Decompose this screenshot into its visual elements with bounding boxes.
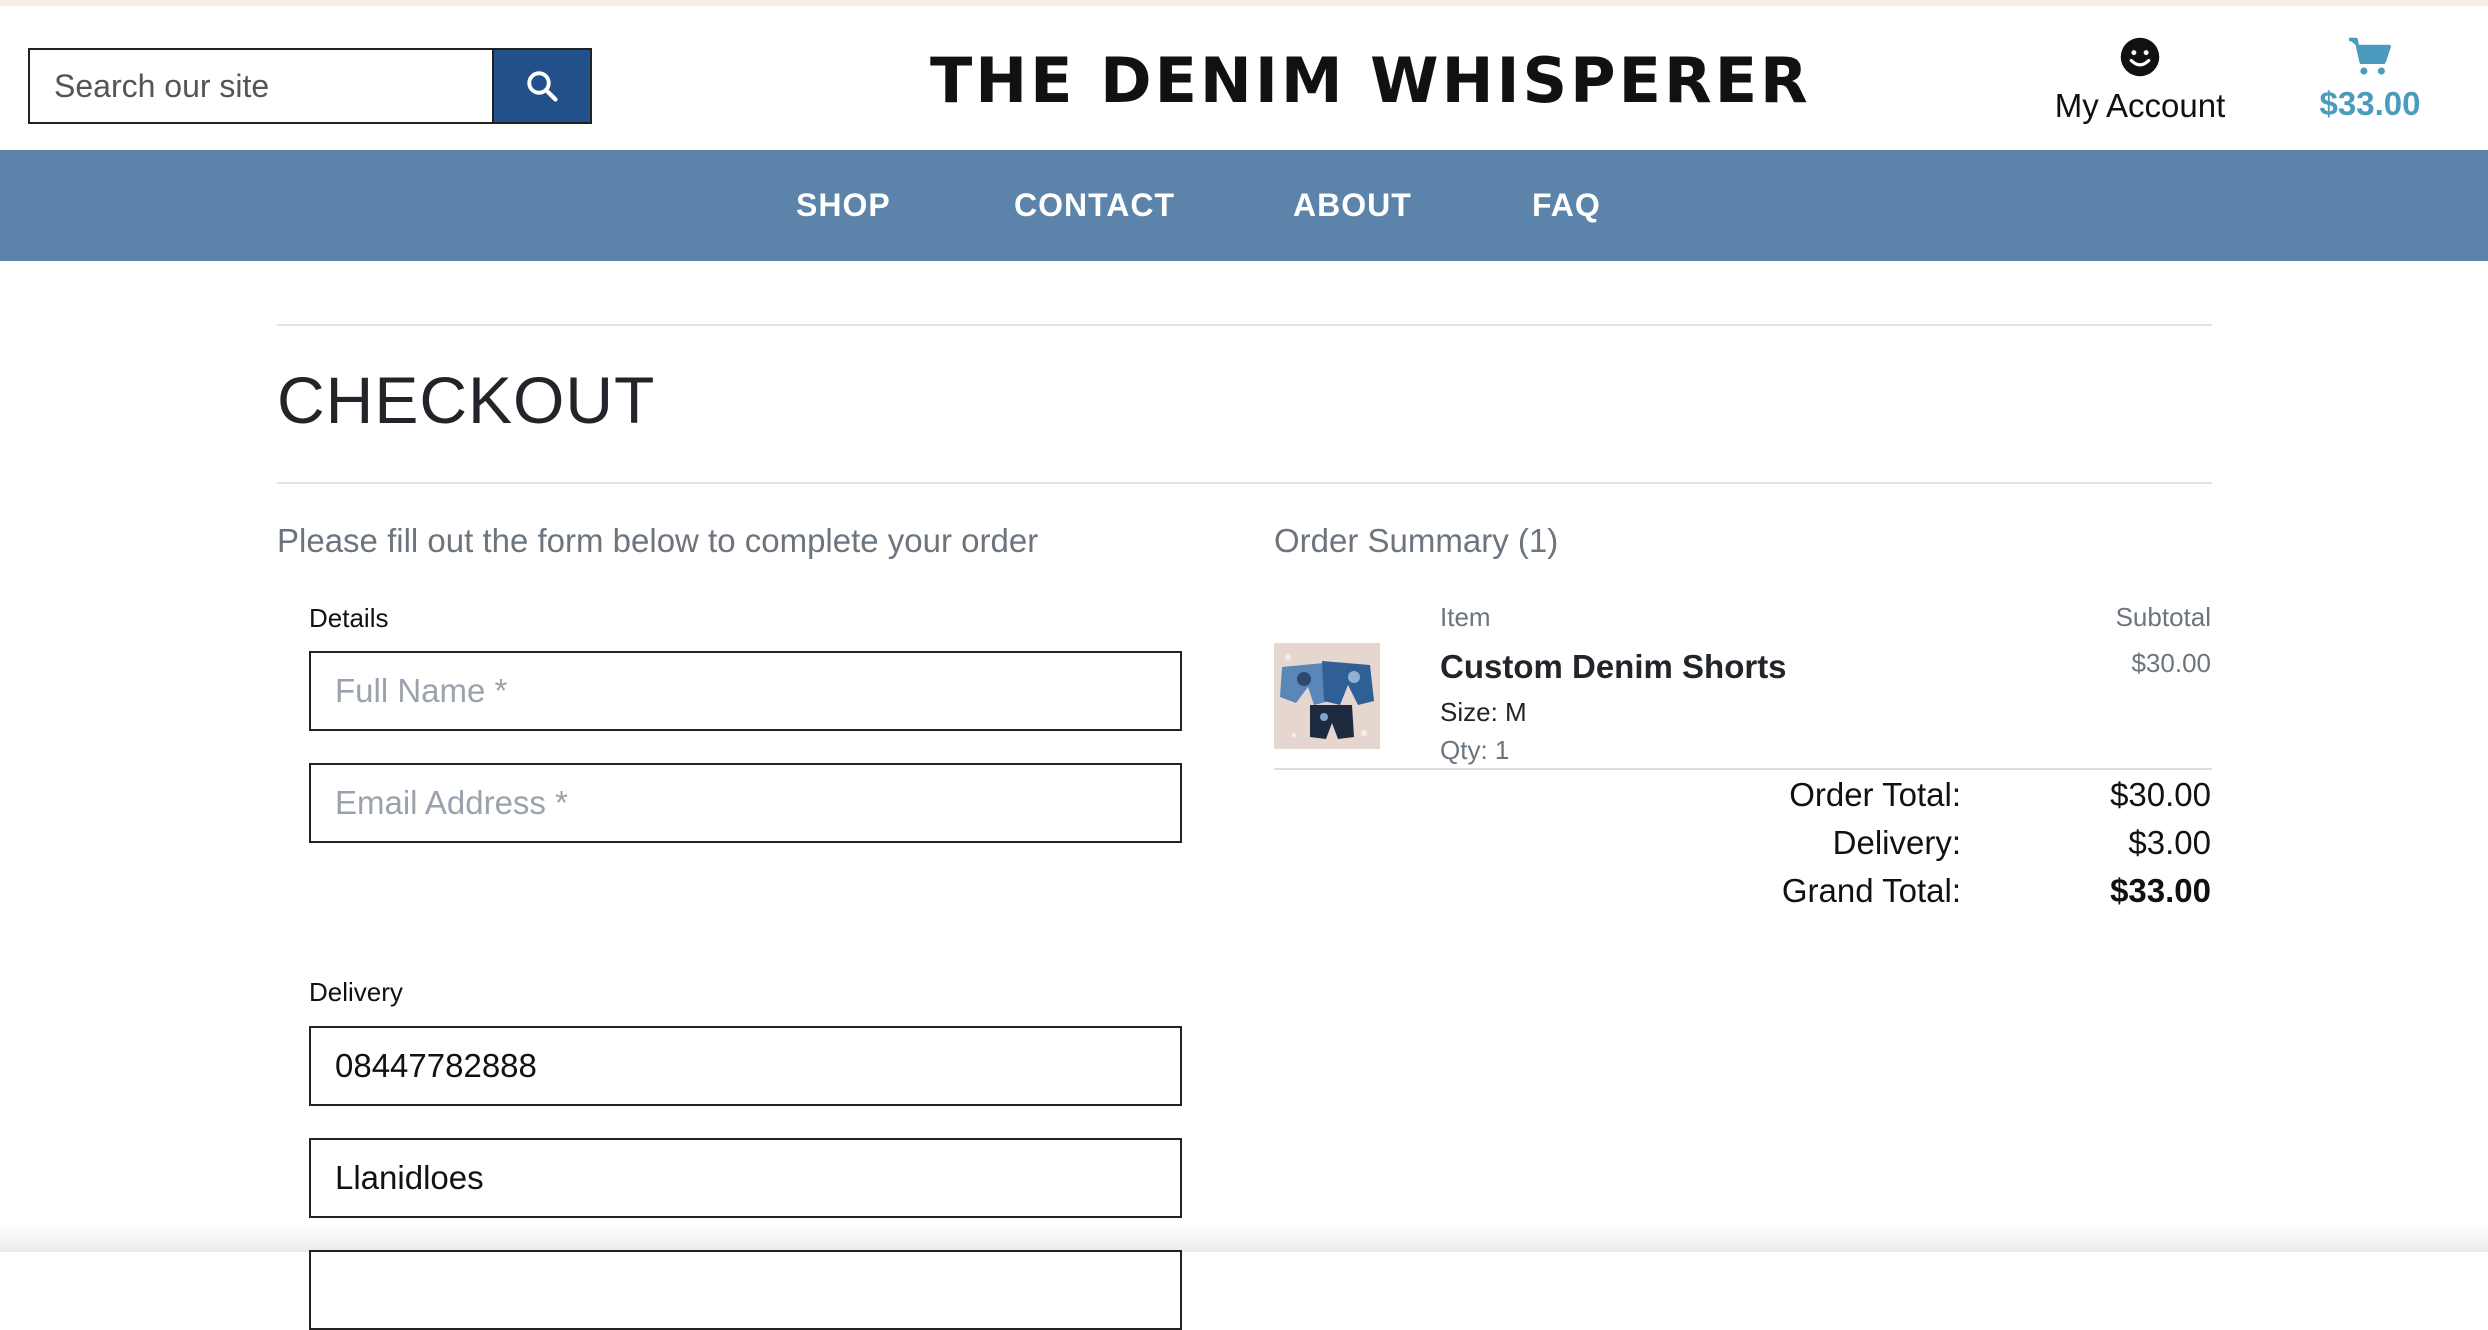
grand-total-label: Grand Total: <box>1781 872 1961 909</box>
cart-total: $33.00 <box>2319 85 2421 122</box>
order-total-value: $30.00 <box>2110 776 2211 813</box>
details-label: Details <box>309 603 389 633</box>
nav-contact[interactable]: CONTACT <box>1014 150 1175 261</box>
grand-total-value: $33.00 <box>2110 872 2211 909</box>
subtotal-column-header: Subtotal <box>2115 602 2211 632</box>
town-field[interactable] <box>309 1138 1182 1218</box>
form-intro: Please fill out the form below to comple… <box>277 522 1039 559</box>
nav-about[interactable]: ABOUT <box>1293 150 1412 261</box>
product-image[interactable] <box>1274 643 1380 749</box>
full-name-field[interactable] <box>309 651 1182 731</box>
bottom-shadow <box>0 1224 2488 1252</box>
site-logo[interactable]: THE DENIM WHISPERER <box>930 44 1808 117</box>
cart-link[interactable]: $33.00 <box>2300 36 2440 123</box>
search-icon <box>527 71 558 102</box>
search-form <box>28 48 592 124</box>
main-nav: SHOP CONTACT ABOUT FAQ <box>0 150 2488 261</box>
address-field[interactable] <box>309 1250 1182 1330</box>
summary-divider <box>1274 768 2212 770</box>
nav-faq[interactable]: FAQ <box>1532 150 1601 261</box>
phone-field[interactable] <box>309 1026 1182 1106</box>
divider <box>277 482 2212 484</box>
page-title: CHECKOUT <box>277 363 656 437</box>
order-summary-title: Order Summary (1) <box>1274 522 1559 559</box>
my-account-label: My Account <box>2054 87 2226 124</box>
product-quantity: Qty: 1 <box>1440 735 1510 765</box>
order-total-label: Order Total: <box>1789 776 1961 813</box>
product-size: Size: M <box>1440 697 1527 727</box>
smiley-face-icon <box>2120 37 2160 77</box>
product-name[interactable]: Custom Denim Shorts <box>1440 648 1787 686</box>
shopping-cart-icon <box>2349 37 2391 75</box>
divider <box>277 324 2212 326</box>
search-input[interactable] <box>28 48 492 124</box>
search-button[interactable] <box>492 48 592 124</box>
delivery-cost-label: Delivery: <box>1832 824 1961 861</box>
delivery-label: Delivery <box>309 977 403 1007</box>
nav-shop[interactable]: SHOP <box>796 150 891 261</box>
top-border <box>0 0 2488 6</box>
item-column-header: Item <box>1440 602 1491 632</box>
my-account-link[interactable]: My Account <box>2040 36 2240 125</box>
email-field[interactable] <box>309 763 1182 843</box>
product-subtotal: $30.00 <box>2131 648 2211 678</box>
delivery-cost-value: $3.00 <box>2128 824 2211 861</box>
